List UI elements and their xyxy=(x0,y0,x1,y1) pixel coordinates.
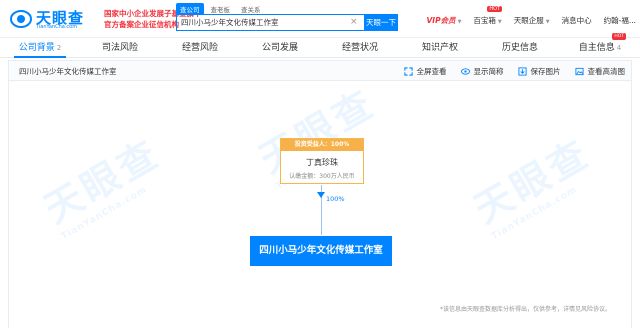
logo-domain: TianYanCha.com xyxy=(36,24,78,30)
arrow-down-icon xyxy=(317,192,325,198)
shareholder-name: 丁真珍珠 xyxy=(306,158,338,167)
vip-link[interactable]: VIP会员 ▼ xyxy=(426,15,461,26)
company-tabs: 公司背景 2 司法风险 经营风险 公司发展 经营状况 知识产权 历史信息 自主信息… xyxy=(0,33,640,58)
show-short-name-button[interactable]: 显示简称 xyxy=(460,66,504,77)
tab-company-background[interactable]: 公司背景 2 xyxy=(0,38,80,58)
fullscreen-icon xyxy=(403,67,413,76)
beneficiary-badge: 投资受益人：100% xyxy=(281,139,363,151)
company-node[interactable]: 四川小马少年文化传媒工作室 xyxy=(250,236,392,266)
tab-self-info[interactable]: 自主信息 4 HOT xyxy=(560,33,640,57)
tab-company-development[interactable]: 公司发展 xyxy=(240,38,320,57)
shareholder-node[interactable]: 投资受益人：100% 丁真珍珠 认缴金额：300万人民币 xyxy=(280,138,364,184)
chevron-down-icon: ▼ xyxy=(457,19,462,25)
logo[interactable]: 天眼查 TianYanCha.com xyxy=(6,5,94,33)
save-image-button[interactable]: 保存图片 xyxy=(517,66,561,77)
image-icon xyxy=(574,67,584,76)
graph-toolbar: 全屏查看 显示简称 保存图片 查看高清图 xyxy=(403,66,625,77)
chevron-down-icon: ▼ xyxy=(545,19,550,25)
tianyan-service-link[interactable]: 天眼企服 ▼ xyxy=(514,15,550,26)
hd-image-button[interactable]: 查看高清图 xyxy=(574,66,625,77)
top-nav: VIP会员 ▼ 百宝箱 ▼ HOT 天眼企服 ▼ 消息中心 约翰-福... xyxy=(426,6,636,26)
equity-percent: 100% xyxy=(326,195,345,203)
fullscreen-button[interactable]: 全屏查看 xyxy=(403,66,447,77)
search-button[interactable]: 天眼一下 xyxy=(364,14,398,31)
top-bar: 天眼查 TianYanCha.com 国家中小企业发展子基金旗下 官方备案企业征… xyxy=(0,0,640,38)
shareholder-capital: 认缴金额：300万人民币 xyxy=(289,173,355,180)
download-icon xyxy=(517,67,527,76)
baibao-link[interactable]: 百宝箱 ▼ HOT xyxy=(473,6,503,26)
tab-history[interactable]: 历史信息 xyxy=(480,38,560,57)
chevron-down-icon: ▼ xyxy=(497,19,502,25)
tab-intellectual-property[interactable]: 知识产权 xyxy=(400,38,480,57)
hot-badge: HOT xyxy=(612,33,626,40)
tab-operation-risk[interactable]: 经营风险 xyxy=(160,38,240,57)
disclaimer: *该信息由天眼查数据库分析得出，仅供参考，详情见风险协议。 xyxy=(440,306,612,313)
panel-header: 四川小马少年文化传媒工作室 全屏查看 显示简称 保存图片 查看高清图 xyxy=(9,61,631,81)
message-center-link[interactable]: 消息中心 xyxy=(562,15,592,26)
panel-title: 四川小马少年文化传媒工作室 xyxy=(19,67,117,76)
user-menu[interactable]: 约翰-福... xyxy=(604,15,636,26)
tab-legal-risk[interactable]: 司法风险 xyxy=(80,38,160,57)
clear-icon[interactable]: × xyxy=(350,17,358,27)
hot-badge: HOT xyxy=(487,6,503,12)
eye-icon xyxy=(460,68,470,75)
tab-business-status[interactable]: 经营状况 xyxy=(320,38,400,57)
logo-eye-icon xyxy=(10,10,32,28)
search-input[interactable]: 四川小马少年文化传媒工作室 xyxy=(176,14,364,31)
